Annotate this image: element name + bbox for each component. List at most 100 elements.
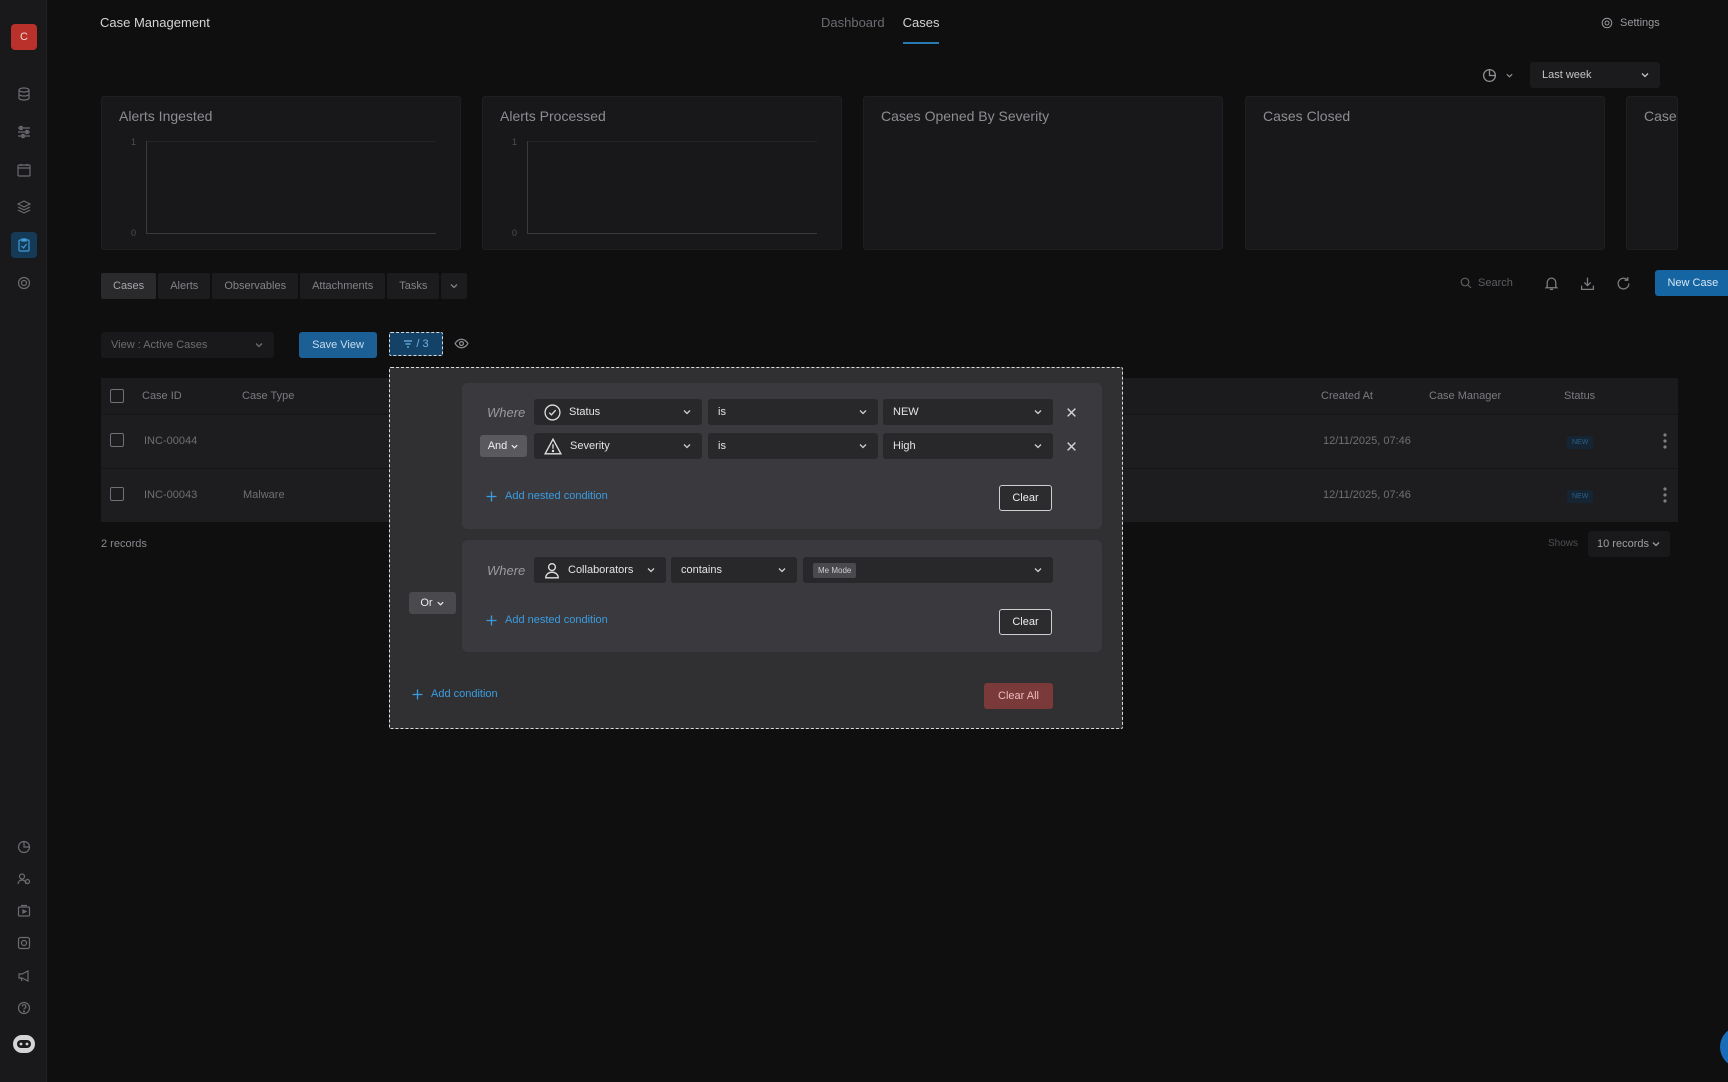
plus-icon xyxy=(486,491,497,501)
cell-case-id: INC-00043 xyxy=(144,489,198,501)
field-select-value: Collaborators xyxy=(568,564,634,576)
value-chip[interactable]: Me Mode xyxy=(813,562,857,578)
grid-line xyxy=(146,141,436,142)
col-case-manager[interactable]: Case Manager xyxy=(1429,390,1501,402)
add-nested-condition-button[interactable]: Add nested condition xyxy=(486,614,608,626)
search-input[interactable]: Search xyxy=(1460,277,1513,289)
chat-button[interactable] xyxy=(1720,1026,1728,1068)
filter-toggle-button[interactable]: / 3 xyxy=(389,332,443,356)
select-all-checkbox[interactable] xyxy=(110,389,124,403)
value-multiselect[interactable]: Me Mode xyxy=(803,557,1053,583)
clear-group-button[interactable]: Clear xyxy=(999,485,1052,511)
tab-dashboard[interactable]: Dashboard xyxy=(821,0,885,44)
search-placeholder: Search xyxy=(1478,277,1513,289)
chevron-down-icon xyxy=(859,444,867,449)
cases-clipboard-icon[interactable] xyxy=(11,232,37,258)
value-select[interactable]: NEW xyxy=(883,399,1053,425)
save-view-button[interactable]: Save View xyxy=(299,332,377,358)
field-select-severity[interactable]: Severity xyxy=(534,433,702,459)
add-nested-label: Add nested condition xyxy=(505,490,608,502)
clock-pie-icon[interactable] xyxy=(1482,68,1497,83)
pie-chart-icon[interactable] xyxy=(11,834,37,860)
add-condition-label: Add condition xyxy=(431,688,498,700)
operator-select[interactable]: contains xyxy=(671,557,797,583)
row-checkbox[interactable] xyxy=(110,487,124,501)
sliders-icon[interactable] xyxy=(11,119,37,145)
time-range-select[interactable]: Last week xyxy=(1530,62,1660,88)
layers-icon[interactable] xyxy=(11,194,37,220)
value-select[interactable]: High xyxy=(883,433,1053,459)
and-connector-select[interactable]: And xyxy=(480,435,527,457)
card-title: Alerts Ingested xyxy=(119,108,213,124)
clear-all-button[interactable]: Clear All xyxy=(984,683,1053,709)
row-menu-icon[interactable] xyxy=(1663,486,1667,504)
filter-icon xyxy=(404,340,413,348)
tab-alerts[interactable]: Alerts xyxy=(158,273,211,299)
chevron-down-icon xyxy=(1641,73,1649,78)
chevron-down-icon xyxy=(1652,542,1660,547)
help-icon[interactable] xyxy=(11,995,37,1021)
filter-group-1: Where Status is NEW And Severity is High… xyxy=(462,383,1102,529)
warning-triangle-icon xyxy=(544,437,562,454)
tab-attachments[interactable]: Attachments xyxy=(300,273,386,299)
tab-cases-list[interactable]: Cases xyxy=(101,273,157,299)
main-content: Case Management Dashboard Cases Settings… xyxy=(48,0,1728,1082)
connector-label: Or xyxy=(420,597,433,609)
chevron-down-icon xyxy=(647,568,655,573)
bell-icon[interactable] xyxy=(1541,272,1563,294)
refresh-icon[interactable] xyxy=(1613,272,1635,294)
chevron-down-icon xyxy=(255,343,263,348)
megaphone-icon[interactable] xyxy=(11,963,37,989)
gear-icon xyxy=(1601,17,1613,29)
target-icon[interactable] xyxy=(11,270,37,296)
col-case-id[interactable]: Case ID xyxy=(142,390,182,402)
integrations-icon[interactable] xyxy=(11,930,37,956)
settings-button[interactable]: Settings xyxy=(1601,17,1660,29)
x-axis xyxy=(146,233,436,234)
y-axis-max-label: 1 xyxy=(131,137,137,147)
tabs-more-button[interactable] xyxy=(441,273,468,299)
field-select-value: Status xyxy=(569,406,601,418)
eye-icon[interactable] xyxy=(454,336,469,351)
row-menu-icon[interactable] xyxy=(1663,432,1667,450)
field-select-collaborators[interactable]: Collaborators xyxy=(534,557,666,583)
tab-observables[interactable]: Observables xyxy=(212,273,299,299)
plus-icon xyxy=(486,615,497,625)
app-logo[interactable]: C xyxy=(11,24,37,50)
card-alerts-ingested: Alerts Ingested 1 0 xyxy=(101,96,461,250)
col-created-at[interactable]: Created At xyxy=(1321,390,1373,402)
where-label: Where xyxy=(487,563,526,578)
grid-line xyxy=(527,141,817,142)
operator-select[interactable]: is xyxy=(708,399,878,425)
sidebar: C xyxy=(0,0,47,1082)
card-partial: Case xyxy=(1626,96,1678,250)
row-checkbox[interactable] xyxy=(110,433,124,447)
operator-select[interactable]: is xyxy=(708,433,878,459)
users-icon[interactable] xyxy=(11,866,37,892)
add-condition-button[interactable]: Add condition xyxy=(412,688,498,700)
view-select[interactable]: View : Active Cases xyxy=(101,332,274,358)
col-status[interactable]: Status xyxy=(1564,390,1595,402)
calendar-icon[interactable] xyxy=(11,157,37,183)
list-tabs: Cases Alerts Observables Attachments Tas… xyxy=(101,273,468,299)
bot-avatar-icon[interactable] xyxy=(11,1031,37,1057)
media-icon[interactable] xyxy=(11,898,37,924)
col-case-type[interactable]: Case Type xyxy=(242,390,294,402)
field-select-status[interactable]: Status xyxy=(534,399,702,425)
card-title: Cases Opened By Severity xyxy=(881,108,1050,124)
operator-value: contains xyxy=(681,564,722,576)
database-icon[interactable] xyxy=(11,81,37,107)
remove-condition-close-icon[interactable] xyxy=(1066,407,1077,418)
add-nested-condition-button[interactable]: Add nested condition xyxy=(486,490,608,502)
tab-cases[interactable]: Cases xyxy=(902,0,940,44)
remove-condition-close-icon[interactable] xyxy=(1066,441,1077,452)
tab-tasks[interactable]: Tasks xyxy=(387,273,440,299)
per-page-select[interactable]: 10 records xyxy=(1588,531,1670,557)
new-case-button[interactable]: New Case xyxy=(1654,270,1728,296)
or-connector-select[interactable]: Or xyxy=(409,592,456,614)
download-icon[interactable] xyxy=(1577,272,1599,294)
chevron-down-icon[interactable] xyxy=(1505,71,1514,80)
clear-group-button[interactable]: Clear xyxy=(999,609,1052,635)
cell-case-type: Malware xyxy=(243,489,285,501)
per-page-value: 10 records xyxy=(1597,538,1649,550)
